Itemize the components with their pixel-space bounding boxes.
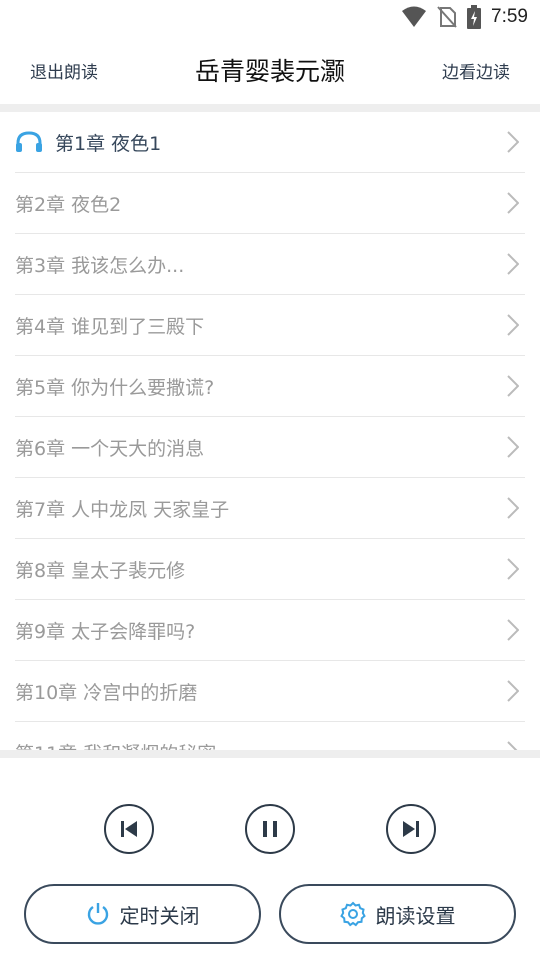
previous-chapter-button[interactable] [104,804,154,854]
chapter-title: 第11章 我和凝烟的秘密 [15,739,216,751]
chapter-item-7[interactable]: 第7章 人中龙凤 天家皇子 [15,478,525,539]
chapter-item-5[interactable]: 第5章 你为什么要撒谎? [15,356,525,417]
header: 退出朗读 岳青婴裴元灏 边看边读 [0,36,540,104]
chapter-title: 第6章 一个天大的消息 [15,437,205,460]
chapter-item-8[interactable]: 第8章 皇太子裴元修 [15,539,525,600]
chevron-right-icon [507,314,519,336]
chapter-item-9[interactable]: 第9章 太子会降罪吗? [15,600,525,661]
chevron-right-icon [507,375,519,397]
chapter-title: 第2章 夜色2 [15,193,122,216]
chapter-title: 第5章 你为什么要撒谎? [15,376,215,399]
read-along-button[interactable]: 边看边读 [442,58,510,83]
chapter-item-10[interactable]: 第10章 冷宫中的折磨 [15,661,525,722]
chapter-item-1[interactable]: 第1章 夜色1 [15,112,525,173]
status-icons: 7:59 [401,5,528,29]
skip-previous-icon [121,821,137,837]
chapter-list[interactable]: 第1章 夜色1 第2章 夜色2 第3章 我该怎么办... 第4章 谁见到了三殿下… [0,112,540,750]
status-time: 7:59 [491,6,528,27]
header-divider [0,104,540,112]
chevron-right-icon [507,619,519,641]
chevron-right-icon [507,436,519,458]
chevron-right-icon [507,558,519,580]
chapter-item-11[interactable]: 第11章 我和凝烟的秘密 [15,722,525,750]
pause-icon [263,821,277,837]
chevron-right-icon [507,131,519,153]
next-chapter-button[interactable] [386,804,436,854]
chapter-item-6[interactable]: 第6章 一个天大的消息 [15,417,525,478]
sleep-timer-button[interactable]: 定时关闭 [24,884,261,944]
chevron-right-icon [507,497,519,519]
player-controls [0,804,540,856]
chevron-right-icon [507,253,519,275]
chevron-right-icon [507,192,519,214]
chapter-title: 第3章 我该怎么办... [15,254,185,277]
list-divider [0,750,540,758]
chapter-title: 第9章 太子会降罪吗? [15,620,196,643]
pause-button[interactable] [245,804,295,854]
chapter-title: 第10章 冷宫中的折磨 [15,681,198,704]
no-sim-icon [437,6,457,28]
skip-next-icon [403,821,419,837]
status-bar: 7:59 [0,0,540,36]
wifi-icon [402,6,427,27]
chapter-item-4[interactable]: 第4章 谁见到了三殿下 [15,295,525,356]
chapter-item-2[interactable]: 第2章 夜色2 [15,173,525,234]
chapter-title: 第7章 人中龙凤 天家皇子 [15,498,230,521]
chapter-title: 第1章 夜色1 [55,132,162,155]
gear-icon [339,901,366,927]
sleep-timer-label: 定时关闭 [119,903,200,928]
reading-settings-button[interactable]: 朗读设置 [279,884,516,944]
reading-settings-label: 朗读设置 [375,903,456,928]
chevron-right-icon [507,680,519,702]
battery-charging-icon [467,5,482,29]
chapter-title: 第8章 皇太子裴元修 [15,559,186,582]
chapter-item-3[interactable]: 第3章 我该怎么办... [15,234,525,295]
chapter-title: 第4章 谁见到了三殿下 [15,315,205,338]
power-icon [87,903,108,925]
headphones-icon [16,131,42,152]
chevron-right-icon [507,741,518,750]
